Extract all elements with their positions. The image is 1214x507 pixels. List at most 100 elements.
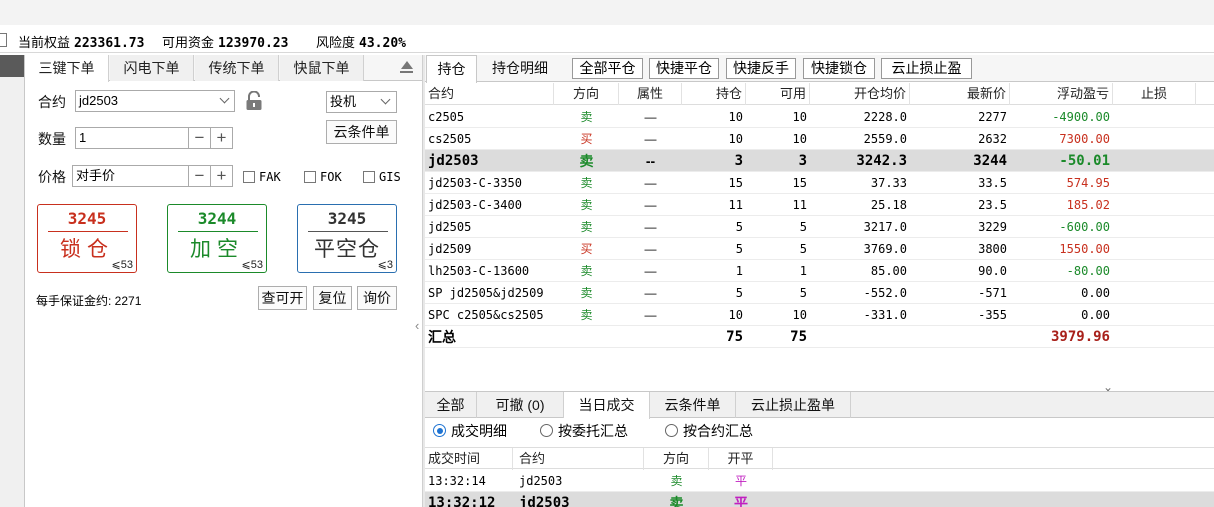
cell-attribute: — bbox=[644, 176, 657, 190]
lock-position-button[interactable]: 3245 锁仓 ⩽53 bbox=[37, 204, 137, 273]
hedge-type-value: 投机 bbox=[330, 94, 357, 109]
cell-floating-pnl: -4900.00 bbox=[1052, 110, 1110, 124]
price-decrement-button[interactable]: − bbox=[189, 165, 211, 187]
header-last-price[interactable]: 最新价 bbox=[910, 83, 1010, 105]
quick-reverse-button[interactable]: 快捷反手 bbox=[726, 58, 796, 79]
price-input[interactable]: 对手价 bbox=[72, 165, 189, 187]
header-trade-open-close[interactable]: 开平 bbox=[709, 448, 773, 470]
header-attribute[interactable]: 属性 bbox=[619, 83, 682, 105]
contract-combo[interactable]: jd2503 bbox=[75, 90, 235, 112]
table-row[interactable]: SPC c2505&cs2505 卖 — 10 10 -331.0 -355 0.00 bbox=[425, 304, 1214, 326]
radio-trade-detail[interactable] bbox=[433, 424, 446, 437]
query-openable-button[interactable]: 查可开 bbox=[258, 286, 307, 310]
header-trade-contract[interactable]: 合约 bbox=[513, 448, 644, 470]
tab-holding-details[interactable]: 持仓明细 bbox=[479, 55, 561, 82]
title-strip bbox=[0, 0, 1214, 25]
table-row[interactable]: cs2505 买 — 10 10 2559.0 2632 7300.00 bbox=[425, 128, 1214, 150]
price-increment-button[interactable]: + bbox=[211, 165, 233, 187]
cell-available: 10 bbox=[792, 110, 807, 124]
close-short-button[interactable]: 3245 平空仓 ⩽3 bbox=[297, 204, 397, 273]
quantity-increment-button[interactable]: + bbox=[211, 127, 233, 149]
cell-last-price: 33.5 bbox=[978, 176, 1007, 190]
radio-by-order[interactable] bbox=[540, 424, 553, 437]
tab-all-orders[interactable]: 全部 bbox=[425, 392, 477, 418]
cell-direction: 卖 bbox=[580, 220, 593, 234]
tab-cloud-condition-orders[interactable]: 云条件单 bbox=[650, 392, 736, 418]
header-stop-loss[interactable]: 止损 bbox=[1113, 83, 1196, 105]
fak-label: FAK bbox=[259, 170, 281, 184]
chevron-left-icon[interactable]: ‹ bbox=[415, 318, 419, 333]
cell-attribute: — bbox=[644, 198, 657, 212]
cell-trade-contract: jd2503 bbox=[519, 495, 570, 507]
tab-traditional-order[interactable]: 传统下单 bbox=[195, 55, 279, 81]
cell-floating-pnl: -50.01 bbox=[1059, 153, 1110, 169]
cell-attribute: — bbox=[644, 308, 657, 322]
header-available[interactable]: 可用 bbox=[746, 83, 810, 105]
tab-holdings[interactable]: 持仓 bbox=[426, 55, 477, 83]
cell-direction: 买 bbox=[580, 132, 593, 146]
cell-direction: 卖 bbox=[580, 308, 593, 322]
cell-floating-pnl: 1550.00 bbox=[1059, 242, 1110, 256]
close-all-button[interactable]: 全部平仓 bbox=[572, 58, 643, 79]
cell-contract: lh2503-C-13600 bbox=[428, 264, 530, 278]
cell-contract: jd2503-C-3350 bbox=[428, 176, 522, 190]
fak-checkbox[interactable] bbox=[243, 171, 255, 183]
fok-checkbox[interactable] bbox=[304, 171, 316, 183]
add-short-button[interactable]: 3244 加空 ⩽53 bbox=[167, 204, 267, 273]
cell-open-avg: 25.18 bbox=[870, 198, 907, 212]
reset-button[interactable]: 复位 bbox=[313, 286, 352, 310]
cell-holding: 5 bbox=[735, 242, 743, 256]
cell-trade-open-close: 平 bbox=[734, 474, 747, 488]
tab-three-key-order[interactable]: 三键下单 bbox=[25, 55, 109, 82]
hedge-type-combo[interactable]: 投机 bbox=[326, 91, 397, 113]
quick-close-button[interactable]: 快捷平仓 bbox=[649, 58, 719, 79]
table-row[interactable]: jd2503 卖 -- 3 3 3242.3 3244 -50.01 bbox=[425, 150, 1214, 172]
cell-floating-pnl: 0.00 bbox=[1081, 286, 1110, 300]
header-trade-time[interactable]: 成交时间 bbox=[425, 448, 513, 470]
tab-cancellable[interactable]: 可撤 (0) bbox=[477, 392, 564, 418]
status-toggle-checkbox[interactable] bbox=[0, 33, 7, 47]
risk-value: 43.20% bbox=[359, 36, 406, 51]
radio-by-contract[interactable] bbox=[665, 424, 678, 437]
table-row[interactable]: jd2505 卖 — 5 5 3217.0 3229 -600.00 bbox=[425, 216, 1214, 238]
available-label: 可用资金 bbox=[162, 35, 215, 50]
collapse-up-icon[interactable] bbox=[401, 61, 413, 69]
gis-checkbox[interactable] bbox=[363, 171, 375, 183]
cell-last-price: 3800 bbox=[978, 242, 1007, 256]
ask-price-button[interactable]: 询价 bbox=[357, 286, 397, 310]
tab-today-trades[interactable]: 当日成交 bbox=[564, 392, 650, 419]
cell-floating-pnl: 185.02 bbox=[1066, 198, 1110, 212]
table-row[interactable]: jd2509 买 — 5 5 3769.0 3800 1550.00 bbox=[425, 238, 1214, 260]
tab-lightning-order[interactable]: 闪电下单 bbox=[110, 55, 194, 81]
header-trade-direction[interactable]: 方向 bbox=[644, 448, 709, 470]
table-row[interactable]: jd2503-C-3350 卖 — 15 15 37.33 33.5 574.95 bbox=[425, 172, 1214, 194]
tab-cloud-stop-orders[interactable]: 云止损止盈单 bbox=[736, 392, 851, 418]
cell-direction: 卖 bbox=[580, 110, 593, 124]
quantity-input[interactable]: 1 bbox=[75, 127, 189, 149]
header-floating-pnl[interactable]: 浮动盈亏 bbox=[1010, 83, 1113, 105]
header-open-avg[interactable]: 开仓均价 bbox=[810, 83, 910, 105]
header-contract[interactable]: 合约 bbox=[425, 83, 554, 105]
header-holding[interactable]: 持仓 bbox=[682, 83, 746, 105]
cloud-condition-order-button[interactable]: 云条件单 bbox=[326, 120, 397, 144]
table-row[interactable]: 13:32:12 jd2503 卖 平 bbox=[425, 492, 1214, 507]
cell-available: 3 bbox=[798, 153, 807, 169]
table-row[interactable]: c2505 卖 — 10 10 2228.0 2277 -4900.00 bbox=[425, 106, 1214, 128]
tab-quick-mouse-order[interactable]: 快鼠下单 bbox=[280, 55, 364, 81]
cell-open-avg: -552.0 bbox=[863, 286, 907, 300]
quantity-decrement-button[interactable]: − bbox=[189, 127, 211, 149]
quick-lock-button[interactable]: 快捷锁仓 bbox=[803, 58, 875, 79]
add-short-max-qty: ⩽53 bbox=[241, 259, 263, 271]
table-row[interactable]: lh2503-C-13600 卖 — 1 1 85.00 90.0 -80.00 bbox=[425, 260, 1214, 282]
table-row[interactable]: SP jd2505&jd2509 卖 — 5 5 -552.0 -571 0.00 bbox=[425, 282, 1214, 304]
cloud-stop-loss-button[interactable]: 云止损止盈 bbox=[881, 58, 972, 79]
cell-contract: jd2505 bbox=[428, 220, 472, 234]
table-row[interactable]: jd2503-C-3400 卖 — 11 11 25.18 23.5 185.02 bbox=[425, 194, 1214, 216]
header-direction[interactable]: 方向 bbox=[554, 83, 619, 105]
chevron-down-icon bbox=[380, 94, 391, 105]
cell-attribute: — bbox=[644, 286, 657, 300]
cell-trade-contract: jd2503 bbox=[519, 474, 563, 488]
cell-last-price: 90.0 bbox=[978, 264, 1007, 278]
lock-icon[interactable] bbox=[245, 91, 263, 111]
table-row[interactable]: 13:32:14 jd2503 卖 平 bbox=[425, 470, 1214, 492]
